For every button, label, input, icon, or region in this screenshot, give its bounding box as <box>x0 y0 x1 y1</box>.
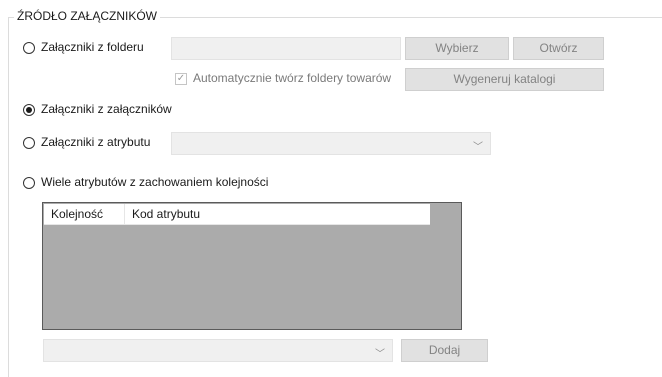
radio-from-folder-label[interactable]: Załączniki z folderu <box>41 40 144 54</box>
radio-from-attachments-label[interactable]: Załączniki z załączników <box>41 102 172 116</box>
auto-create-label[interactable]: Automatycznie twórz foldery towarów <box>193 71 391 85</box>
radio-from-attachments[interactable] <box>23 104 35 116</box>
generate-catalogs-button[interactable]: Wygeneruj katalogi <box>405 68 604 91</box>
radio-multi-attributes[interactable] <box>23 177 35 189</box>
choose-folder-button[interactable]: Wybierz <box>405 37 509 60</box>
open-folder-button[interactable]: Otwórz <box>513 37 604 60</box>
attributes-order-grid[interactable]: Kolejność Kod atrybutu <box>42 202 462 330</box>
radio-circle[interactable] <box>23 42 35 54</box>
add-button[interactable]: Dodaj <box>401 339 488 362</box>
check-icon: ✓ <box>176 73 186 84</box>
radio-multi-attributes-label[interactable]: Wiele atrybutów z zachowaniem kolejności <box>41 175 268 189</box>
auto-create-checkbox[interactable]: ✓ <box>175 73 187 85</box>
chevron-down-icon[interactable]: ﹀ <box>473 138 483 153</box>
add-attribute-select[interactable]: ﹀ <box>43 339 393 362</box>
grid-header: Kolejność Kod atrybutu <box>44 204 430 225</box>
radio-from-attribute[interactable] <box>23 137 35 149</box>
radio-circle[interactable] <box>23 137 35 149</box>
group-title: ŹRÓDŁO ZAŁĄCZNIKÓW <box>14 9 161 23</box>
radio-circle[interactable] <box>23 177 35 189</box>
radio-from-folder[interactable] <box>23 42 35 54</box>
attribute-select[interactable]: ﹀ <box>171 132 491 155</box>
radio-circle-checked[interactable] <box>23 104 35 116</box>
folder-path-input[interactable] <box>171 37 401 60</box>
column-header-attribute-code[interactable]: Kod atrybutu <box>125 204 425 225</box>
chevron-down-icon[interactable]: ﹀ <box>375 345 385 360</box>
column-header-order[interactable]: Kolejność <box>44 204 124 225</box>
radio-from-attribute-label[interactable]: Załączniki z atrybutu <box>41 135 150 149</box>
